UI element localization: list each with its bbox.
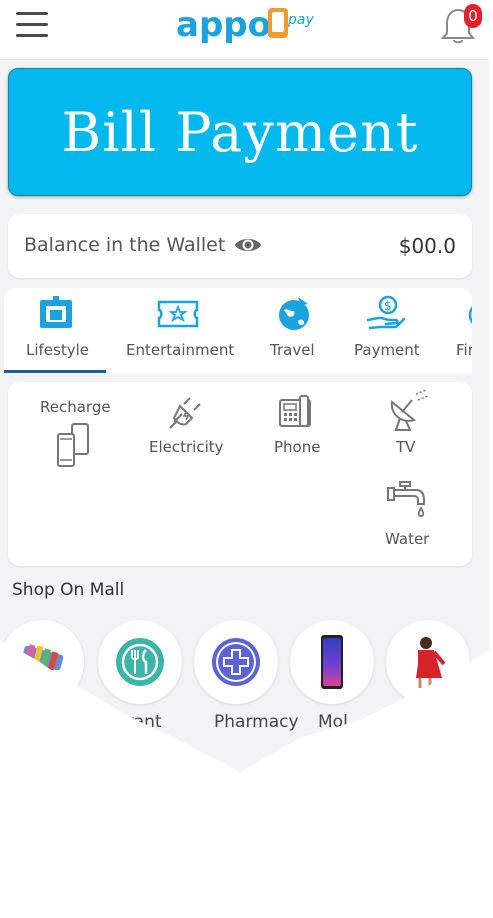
- service-label: Water: [385, 530, 430, 548]
- logo-sub-text: pay: [287, 12, 314, 28]
- logo-text: appo: [176, 5, 271, 45]
- category-tabs: Lifestyle Entertainment Travel $ Payment…: [4, 288, 472, 374]
- service-water[interactable]: Water: [378, 478, 438, 558]
- top-bar: appo pay 0: [0, 0, 489, 60]
- notification-badge: 0: [464, 4, 482, 28]
- tab-finance[interactable]: Fir: [444, 288, 472, 374]
- menu-icon[interactable]: [16, 12, 48, 40]
- tab-lifestyle[interactable]: Lifestyle: [4, 288, 106, 374]
- landline-phone-icon: [279, 395, 311, 427]
- mobile-recharge-icon: [57, 423, 89, 467]
- service-label: Recharge: [40, 398, 111, 416]
- wallet-label: Balance in the Wallet: [24, 234, 226, 256]
- service-label: TV: [396, 438, 416, 456]
- bill-payment-banner: Bill Payment: [8, 68, 472, 196]
- globe-icon: [279, 297, 309, 330]
- svg-text:$: $: [384, 299, 392, 313]
- finance-icon: [468, 306, 472, 324]
- white-overlay: [0, 640, 493, 918]
- service-label: Electricity: [149, 438, 224, 456]
- shop-section-title: Shop On Mall: [12, 580, 125, 600]
- appo-pay-logo: appo pay: [176, 5, 314, 45]
- service-label: Phone: [274, 438, 321, 456]
- tab-label: Fir: [456, 341, 472, 359]
- tab-payment[interactable]: $ Payment: [344, 288, 424, 374]
- tab-entertainment[interactable]: Entertainment: [116, 288, 250, 374]
- plug-icon: [169, 397, 201, 429]
- service-recharge[interactable]: Recharge: [32, 392, 116, 482]
- banner-title: Bill Payment: [61, 100, 419, 164]
- tab-travel[interactable]: Travel: [260, 288, 330, 374]
- tab-label: Entertainment: [126, 341, 235, 359]
- ticket-icon: [157, 300, 199, 328]
- wallet-amount: $00.0: [398, 234, 456, 258]
- satellite-dish-icon: [390, 389, 429, 431]
- service-electricity[interactable]: Electricity: [144, 392, 234, 472]
- bill-services-panel: Recharge Electricity Phone TV Water: [8, 382, 472, 566]
- eye-icon[interactable]: [234, 234, 262, 256]
- wallet-balance-card: Balance in the Wallet $00.0: [8, 214, 472, 278]
- lifestyle-icon: [40, 296, 72, 328]
- service-phone[interactable]: Phone: [264, 392, 334, 472]
- app-screen: appo pay 0 Bill Payment Balance in the W…: [0, 0, 493, 918]
- service-tv[interactable]: TV: [378, 388, 438, 472]
- tab-label: Payment: [354, 341, 420, 359]
- tab-label: Travel: [270, 341, 315, 359]
- payment-hand-icon: $: [366, 295, 406, 330]
- selected-tab-indicator: [4, 370, 106, 373]
- water-tap-icon: [387, 481, 425, 517]
- tab-label: Lifestyle: [26, 341, 90, 359]
